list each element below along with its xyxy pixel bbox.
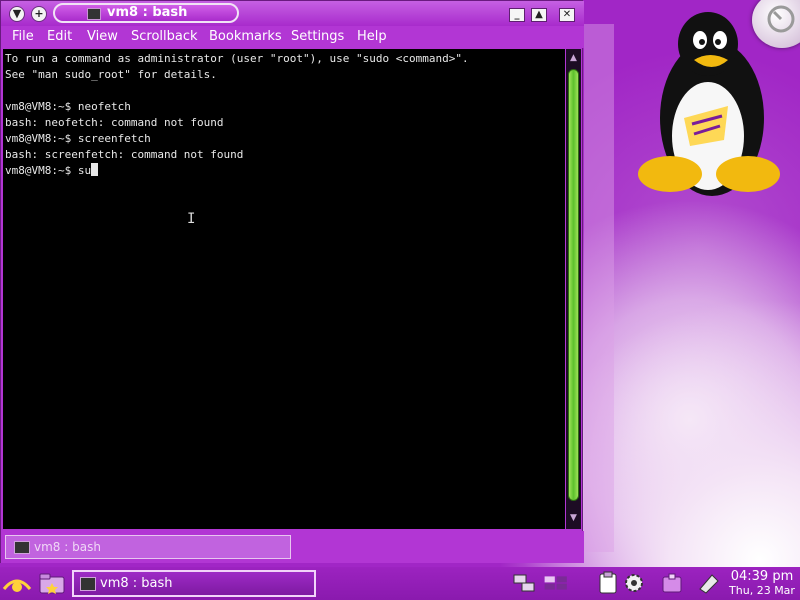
package-icon[interactable] [660, 571, 684, 595]
maximize-button[interactable]: ▲ [531, 8, 547, 22]
taskbar-task-button[interactable]: vm8 : bash [72, 570, 316, 597]
minimize-button[interactable]: _ [509, 8, 525, 22]
terminal-app-icon [87, 8, 101, 20]
clock-time: 04:39 pm [730, 569, 794, 584]
tux-penguin-image [638, 12, 780, 196]
wallpaper-band [584, 24, 614, 552]
clock-date: Thu, 23 Mar [729, 584, 795, 597]
menu-view[interactable]: View [87, 29, 118, 44]
menubar: File Edit View Scrollback Bookmarks Sett… [1, 26, 584, 48]
network-icon[interactable] [512, 571, 536, 595]
pager-icon[interactable] [544, 571, 568, 595]
menu-bookmarks[interactable]: Bookmarks [209, 29, 282, 44]
scroll-down-arrow-icon[interactable]: ▼ [566, 511, 581, 525]
window-menu-button[interactable]: ▼ [9, 6, 25, 22]
terminal-window: ▼ + vm8 : bash _ ▲ ✕ File Edit View Scro… [0, 0, 584, 563]
menu-file[interactable]: File [12, 29, 34, 44]
session-tab-label: vm8 : bash [34, 540, 101, 554]
terminal-task-icon [80, 577, 96, 591]
taskbar-panel: vm8 : bash 04:39 pm Thu, 23 Mar [0, 567, 800, 600]
menu-help[interactable]: Help [357, 29, 387, 44]
window-title: vm8 : bash [107, 5, 188, 20]
terminal-line: bash: neofetch: command not found [5, 116, 224, 129]
pin-button[interactable]: + [31, 6, 47, 22]
ibeam-cursor-icon: I [187, 211, 196, 227]
terminal-prompt: vm8@VM8:~$ [5, 164, 78, 177]
terminal-prompt-line: vm8@VM8:~$ su [5, 163, 99, 179]
session-tabbar: vm8 : bash [1, 531, 584, 563]
window-titlebar[interactable]: ▼ + vm8 : bash _ ▲ ✕ [1, 1, 584, 26]
scroll-thumb[interactable] [568, 69, 579, 501]
scroll-up-arrow-icon[interactable]: ▲ [566, 51, 581, 65]
close-button[interactable]: ✕ [559, 8, 575, 22]
clipboard-icon[interactable] [596, 571, 620, 595]
hannah-montana-logo-icon[interactable] [2, 571, 32, 597]
terminal-tab-icon [14, 541, 30, 554]
vertical-scrollbar[interactable]: ▲ ▼ [566, 49, 581, 529]
terminal-line: See "man sudo_root" for details. [5, 68, 217, 81]
terminal-line: vm8@VM8:~$ screenfetch [5, 132, 151, 145]
removable-media-icon[interactable] [696, 571, 720, 595]
menu-scrollback[interactable]: Scrollback [131, 29, 198, 44]
terminal-line: vm8@VM8:~$ neofetch [5, 100, 131, 113]
terminal-output[interactable]: To run a command as administrator (user … [3, 49, 565, 529]
clock[interactable]: 04:39 pm Thu, 23 Mar [726, 569, 798, 598]
session-tab[interactable]: vm8 : bash [5, 535, 291, 559]
taskbar-task-label: vm8 : bash [100, 576, 173, 591]
terminal-input[interactable]: su [78, 164, 91, 177]
window-title-pill: vm8 : bash [53, 3, 239, 23]
terminal-line: To run a command as administrator (user … [5, 52, 469, 65]
menu-settings[interactable]: Settings [291, 29, 344, 44]
menu-edit[interactable]: Edit [47, 29, 72, 44]
text-cursor [91, 163, 99, 176]
folder-icon[interactable] [38, 571, 66, 595]
settings-gear-icon[interactable] [622, 571, 646, 595]
terminal-line: bash: screenfetch: command not found [5, 148, 244, 161]
